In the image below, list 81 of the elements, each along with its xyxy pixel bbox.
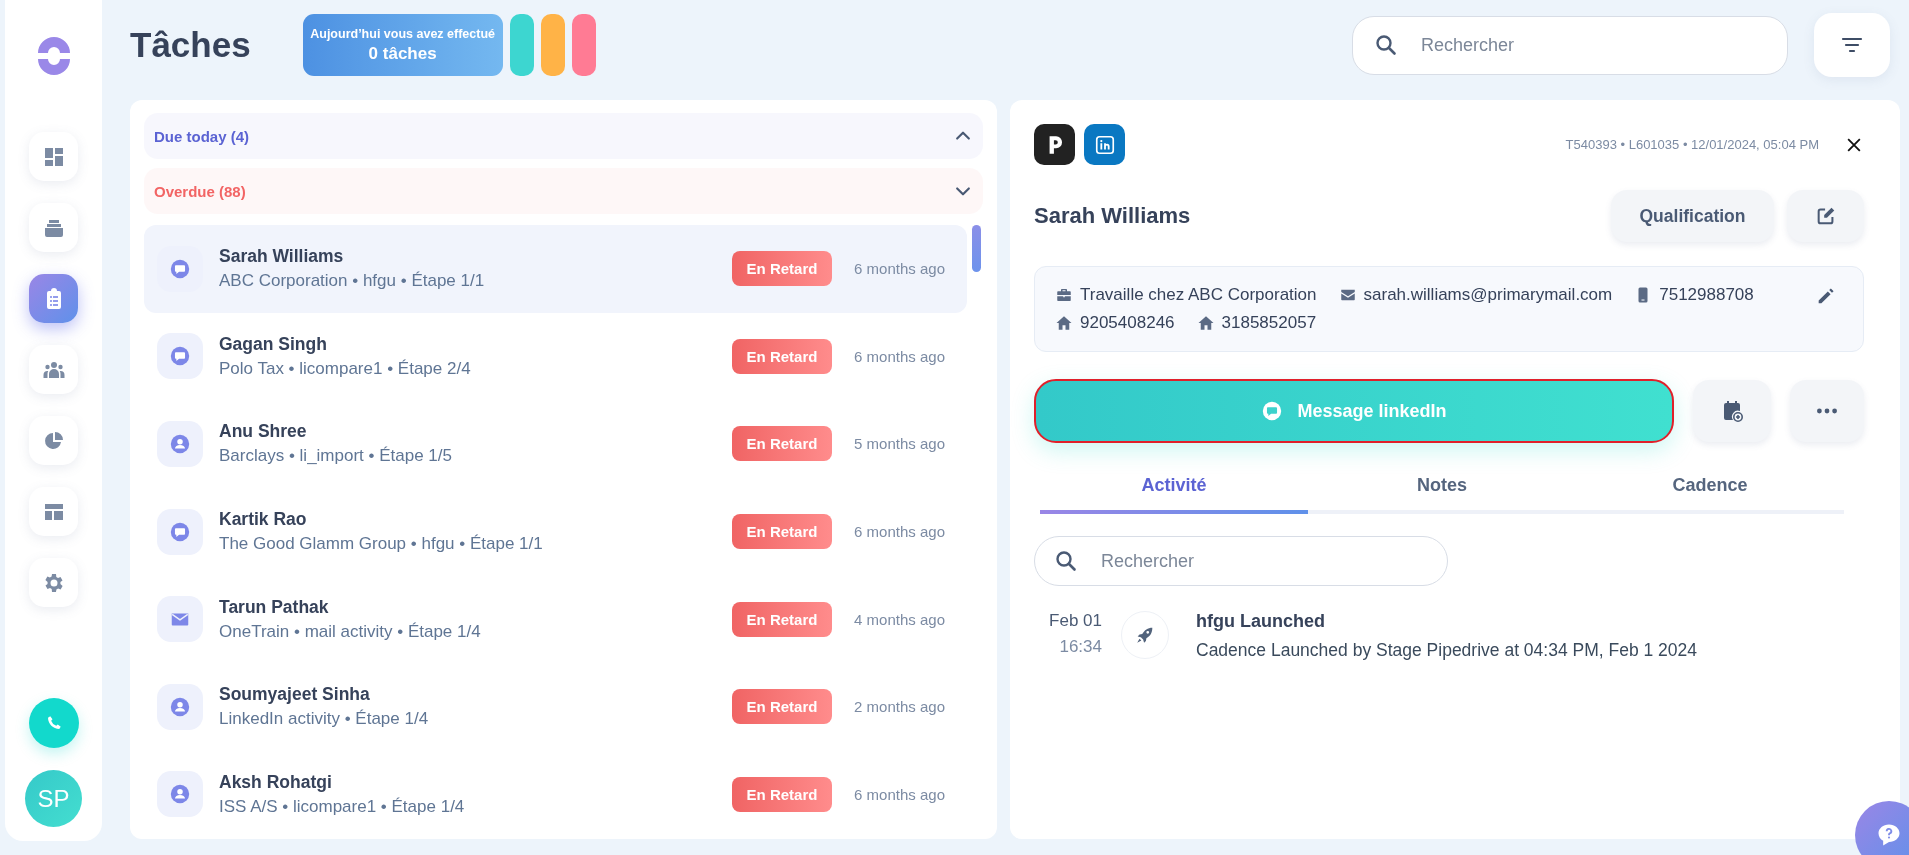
search-icon <box>1054 549 1078 573</box>
scrollbar-thumb[interactable] <box>972 225 981 272</box>
task-time: 6 months ago <box>853 260 945 278</box>
nav-button[interactable] <box>29 487 78 536</box>
search-field[interactable]: Rechercher <box>1352 15 1788 75</box>
contact-name: Gagan Singh <box>219 333 328 355</box>
contact-detail: 3185852057 <box>1221 313 1317 333</box>
status-badge: En Retard <box>732 689 832 725</box>
activity-time: 16:34 <box>1059 637 1102 657</box>
activity-date: Feb 01 <box>1049 611 1102 631</box>
task-details: ABC Corporation • hfgu • Étape 1/1 <box>219 271 486 292</box>
briefcase-icon <box>1055 286 1073 304</box>
status-badge: En Retard <box>732 426 832 462</box>
tab[interactable]: Notes <box>1308 475 1576 514</box>
activity-title: hfgu Launched <box>1196 611 1326 632</box>
contact-name: Anu Shree <box>219 421 308 443</box>
task-details: Barclays • li_import • Étape 1/5 <box>219 446 453 467</box>
task-time: 4 months ago <box>853 610 945 628</box>
qualification-button[interactable]: Qualification <box>1611 190 1774 242</box>
tab[interactable]: Activité <box>1040 475 1308 514</box>
task-row[interactable]: Aksh Rohatgi ISS A/S • licompare1 • Étape 1/4 En Retard 6 months ago <box>144 750 967 839</box>
contact-name: Aksh Rohatgi <box>219 771 333 793</box>
tab[interactable]: Cadence <box>1576 475 1844 514</box>
call-button[interactable] <box>28 698 79 748</box>
task-time: 6 months ago <box>853 785 945 803</box>
task-details: Polo Tax • licompare1 • Étape 2/4 <box>219 358 472 379</box>
house-icon <box>1196 314 1215 332</box>
more-icon <box>1817 408 1838 414</box>
contact-name: Kartik Rao <box>219 509 308 531</box>
task-row[interactable]: Anu Shree Barclays • li_import • Étape 1/5 En Retard 5 months ago <box>144 400 967 488</box>
stats-caption: Aujourd’hui vous avez effectué <box>310 26 495 41</box>
task-time: 6 months ago <box>853 523 945 541</box>
person-icon <box>169 433 191 455</box>
chat-bubble-icon <box>169 520 191 543</box>
status-badge: En Retard <box>732 601 832 637</box>
activity-description: Cadence Launched by Stage Pipedrive at 04:34 PM, Feb 1 2024 <box>1196 640 1698 661</box>
contact-name: Tarun Pathak <box>219 596 330 618</box>
task-row[interactable]: Gagan Singh Polo Tax • licompare1 • Étape 2/4 En Retard 6 months ago <box>144 312 967 401</box>
chat-bubble-icon <box>169 257 191 280</box>
in-letter-icon <box>1093 133 1116 156</box>
person-icon <box>169 783 191 806</box>
contact-detail: sarah.williams@primarymail.com <box>1363 285 1613 305</box>
task-time: 6 months ago <box>853 347 945 365</box>
nav-button[interactable] <box>29 416 78 465</box>
person-icon <box>169 695 191 718</box>
contact-detail: 7512988708 <box>1659 285 1754 305</box>
contact-name: Soumyajeet Sinha <box>219 684 371 706</box>
status-badge: En Retard <box>732 251 832 287</box>
contact-name: Sarah Williams <box>219 246 345 268</box>
task-meta: T540393 • L601035 • 12/01/2024, 05:04 PM <box>1565 137 1819 152</box>
status-badge: En Retard <box>732 514 832 550</box>
nav-button[interactable] <box>29 132 78 181</box>
status-badge: En Retard <box>732 338 832 374</box>
chat-bubble-icon <box>1261 400 1284 422</box>
house-icon <box>1055 314 1073 332</box>
task-row[interactable]: Soumyajeet Sinha LinkedIn activity • Étape 1/4 En Retard 2 months ago <box>144 662 967 751</box>
task-details: OneTrain • mail activity • Étape 1/4 <box>219 621 482 642</box>
nav-button[interactable] <box>29 203 78 252</box>
task-row[interactable]: Kartik Rao The Good Glamm Group • hfgu • Étape 1/1 En Retard 6 months ago <box>144 487 967 576</box>
task-details: LinkedIn activity • Étape 1/4 <box>219 709 430 730</box>
chat-bubble-icon <box>169 345 191 368</box>
status-badge: En Retard <box>732 776 832 812</box>
task-details: ISS A/S • licompare1 • Étape 1/4 <box>219 796 466 817</box>
task-time: 2 months ago <box>853 698 945 716</box>
contact-detail: Travaille chez ABC Corporation <box>1080 285 1317 305</box>
search-icon <box>1374 32 1398 57</box>
page-title: Tâches <box>130 25 251 65</box>
nav-button[interactable] <box>29 274 78 323</box>
task-time: 5 months ago <box>853 435 945 453</box>
task-details: The Good Glamm Group • hfgu • Étape 1/1 <box>219 534 544 555</box>
section-header[interactable]: Due today (4) <box>144 113 983 159</box>
task-row[interactable]: Sarah Williams ABC Corporation • hfgu • Étape 1/1 En Retard 6 months ago <box>144 225 967 313</box>
nav-button[interactable] <box>29 558 78 607</box>
schedule-button[interactable] <box>1693 380 1772 442</box>
stats-value: 0 tâches <box>368 43 437 64</box>
nav-button[interactable] <box>29 345 78 394</box>
contact-detail: 9205408246 <box>1080 313 1175 333</box>
task-row[interactable]: Tarun Pathak OneTrain • mail activity • Étape 1/4 En Retard 4 months ago <box>144 575 967 663</box>
activity-search-field[interactable]: Rechercher <box>1034 536 1448 586</box>
edit-button[interactable] <box>1787 190 1864 242</box>
contact-name: Sarah Williams <box>1034 203 1191 229</box>
